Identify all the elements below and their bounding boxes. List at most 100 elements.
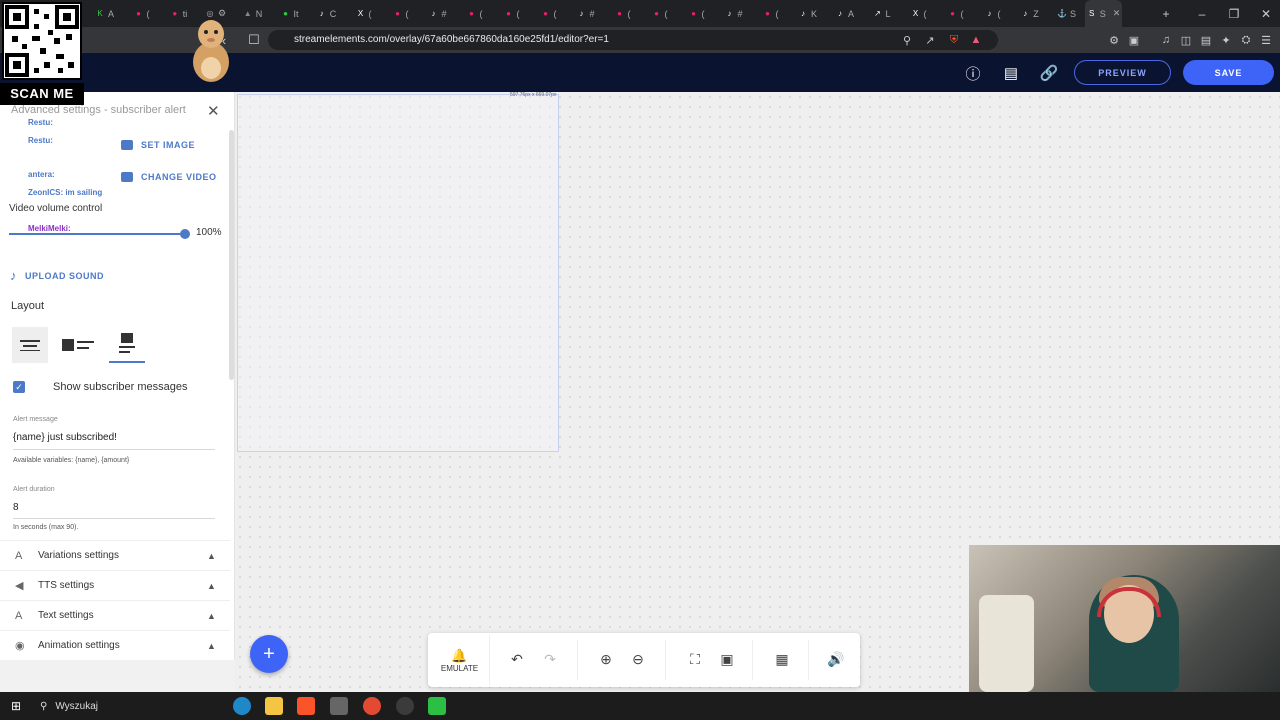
taskbar-search[interactable]: ⚲ Wyszukaj: [34, 696, 224, 716]
settings-section-row[interactable]: A Variations settings ▲: [0, 540, 230, 570]
file-explorer-icon[interactable]: [265, 697, 283, 715]
browser-tab[interactable]: X(: [900, 0, 937, 27]
url-input[interactable]: streamelements.com/overlay/67a60be667860…: [268, 30, 998, 50]
browser-tab[interactable]: X(: [345, 0, 382, 27]
sidebar-icon[interactable]: ◫: [1176, 30, 1196, 50]
app-icon[interactable]: [330, 697, 348, 715]
link-icon[interactable]: 🔗: [1038, 62, 1060, 84]
alert-widget-box[interactable]: [237, 94, 559, 452]
settings-section-row[interactable]: A Text settings ▲: [0, 600, 230, 630]
browser-tab[interactable]: ●(: [382, 0, 419, 27]
close-panel-icon[interactable]: ✕: [207, 102, 220, 120]
browser-tab[interactable]: ⚓ S: [1048, 0, 1085, 27]
media-icon[interactable]: ♫: [1156, 30, 1176, 50]
emulate-button[interactable]: 🔔 EMULATE: [430, 635, 490, 685]
brave-shield-icon[interactable]: ⛨: [944, 30, 964, 50]
tab-favicon-icon: ▲: [243, 8, 252, 18]
wallet-icon[interactable]: ▤: [1196, 30, 1216, 50]
chevron-up-icon[interactable]: ▲: [207, 641, 216, 651]
browser-tab[interactable]: ●(: [678, 0, 715, 27]
help-icon[interactable]: ⓘ: [962, 62, 984, 84]
extensions-icon[interactable]: ⚙: [1104, 30, 1124, 50]
browser-tab[interactable]: ♪ #: [419, 0, 456, 27]
bookmark-icon[interactable]: ☐: [242, 27, 266, 53]
layout-image-top-option[interactable]: [109, 327, 145, 363]
minimize-button[interactable]: –: [1186, 0, 1218, 27]
streamlabs-icon[interactable]: [428, 697, 446, 715]
set-image-button[interactable]: SET IMAGE: [121, 140, 195, 150]
brave-rewards-icon[interactable]: ▲: [966, 30, 986, 50]
zoom-in-icon[interactable]: ⊕: [594, 648, 618, 670]
browser-tab[interactable]: ●(: [493, 0, 530, 27]
browser-tab[interactable]: ●(: [752, 0, 789, 27]
chevron-up-icon[interactable]: ▲: [207, 581, 216, 591]
browser-tab[interactable]: ♪ K: [789, 0, 826, 27]
layout-text-only-option[interactable]: [12, 327, 48, 363]
alert-message-input[interactable]: {name} just subscribed!: [13, 432, 213, 443]
upload-sound-label: UPLOAD SOUND: [25, 270, 105, 281]
new-tab-button[interactable]: +: [1150, 0, 1182, 27]
close-window-button[interactable]: ✕: [1250, 0, 1280, 27]
browser-tab[interactable]: ▲ N: [234, 0, 271, 27]
browser-tab[interactable]: ●(: [456, 0, 493, 27]
tab-favicon-icon: ●: [395, 8, 400, 18]
grid-icon[interactable]: ▦: [770, 648, 794, 670]
change-video-button[interactable]: CHANGE VIDEO: [121, 172, 217, 182]
redo-icon[interactable]: ↷: [538, 648, 562, 670]
vpn-icon[interactable]: ⛭: [1236, 30, 1256, 50]
preview-button[interactable]: PREVIEW: [1074, 60, 1171, 85]
leo-icon[interactable]: ✦: [1216, 30, 1236, 50]
edge-icon[interactable]: [233, 697, 251, 715]
fit-screen-icon[interactable]: ▣: [715, 648, 739, 670]
chevron-up-icon[interactable]: ▲: [207, 551, 216, 561]
browser-tab[interactable]: ↗ L: [863, 0, 900, 27]
layout-image-left-option[interactable]: [60, 327, 96, 363]
section-icon: ◀: [15, 580, 24, 592]
browser-tab[interactable]: ♪ #: [715, 0, 752, 27]
browser-tab[interactable]: ♪ C: [308, 0, 345, 27]
save-button[interactable]: SAVE: [1183, 60, 1274, 85]
chrome-icon[interactable]: [363, 697, 381, 715]
upload-sound-button[interactable]: ♪ UPLOAD SOUND: [10, 268, 104, 283]
browser-tab[interactable]: ● It: [271, 0, 308, 27]
brave-icon[interactable]: [297, 697, 315, 715]
browser-tab[interactable]: ♪(: [974, 0, 1011, 27]
settings-section-row[interactable]: ◉ Animation settings ▲: [0, 630, 230, 660]
sidebar-scrollbar[interactable]: [229, 130, 234, 380]
browser-tab[interactable]: KA: [86, 0, 123, 27]
add-widget-button[interactable]: +: [250, 635, 288, 673]
tab-favicon-icon: ●: [469, 8, 474, 18]
video-volume-slider-thumb[interactable]: [180, 229, 190, 239]
browser-tab[interactable]: ♪ A: [826, 0, 863, 27]
browser-tab[interactable]: ●(: [123, 0, 160, 27]
chevron-up-icon[interactable]: ▲: [207, 611, 216, 621]
undo-icon[interactable]: ↶: [505, 648, 529, 670]
browser-tab[interactable]: ●(: [641, 0, 678, 27]
show-messages-checkbox[interactable]: ✓: [13, 381, 25, 393]
zoom-icon[interactable]: ⚲: [897, 30, 917, 50]
tab-favicon-icon: ♪: [987, 8, 992, 18]
browser-tab[interactable]: S S ✕: [1085, 0, 1122, 27]
browser-tab[interactable]: ●(: [604, 0, 641, 27]
browser-tab[interactable]: ♪ #: [567, 0, 604, 27]
browser-tab[interactable]: ●(: [530, 0, 567, 27]
fullscreen-icon[interactable]: ⛶: [683, 648, 707, 670]
alert-duration-input[interactable]: 8: [13, 502, 19, 513]
volume-icon[interactable]: 🔊: [824, 648, 848, 670]
search-icon: ⚲: [40, 700, 48, 712]
settings-section-row[interactable]: ◀ TTS settings ▲: [0, 570, 230, 600]
toolbar-divider: [577, 640, 578, 680]
layers-icon[interactable]: ▤: [1000, 62, 1022, 84]
zoom-out-icon[interactable]: ⊖: [626, 648, 650, 670]
windows-start-icon[interactable]: ⊞: [6, 696, 26, 716]
maximize-button[interactable]: ❐: [1218, 0, 1250, 27]
browser-tab[interactable]: ♪ Z: [1011, 0, 1048, 27]
menu-icon[interactable]: ☰: [1256, 30, 1276, 50]
obs-icon[interactable]: [396, 697, 414, 715]
screenshot-icon[interactable]: ▣: [1124, 30, 1144, 50]
share-icon[interactable]: ↗: [920, 30, 940, 50]
close-tab-icon[interactable]: ✕: [1113, 8, 1121, 19]
tab-title: ti: [182, 8, 188, 19]
text-lines-icon: [20, 340, 40, 351]
browser-tab[interactable]: ●(: [937, 0, 974, 27]
